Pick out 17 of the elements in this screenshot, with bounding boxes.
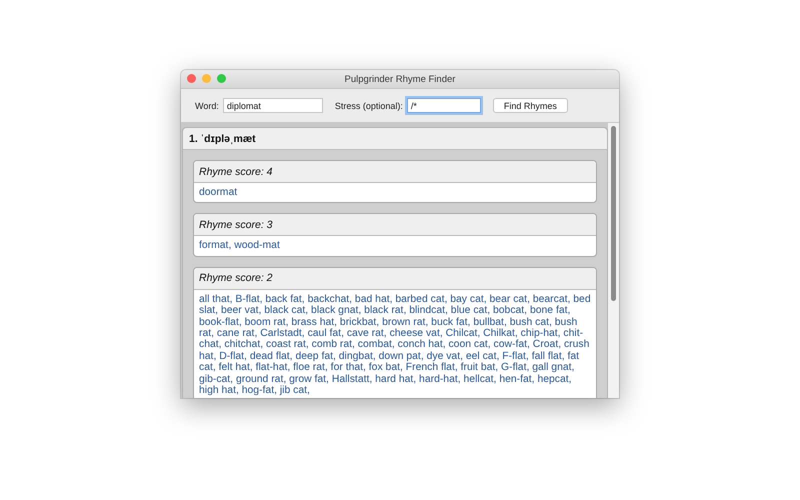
stress-label: Stress (optional):: [334, 100, 403, 110]
minimize-button[interactable]: [202, 74, 211, 83]
stress-field[interactable]: /*: [406, 98, 481, 113]
close-button[interactable]: [187, 74, 196, 83]
find-rhymes-button[interactable]: Find Rhymes: [492, 98, 568, 113]
word-field[interactable]: diplomat: [222, 98, 323, 113]
rhyme-score-title: Rhyme score: 4: [194, 161, 596, 183]
rhyme-list: format, wood-mat: [194, 236, 596, 256]
rhyme-score-title: Rhyme score: 2: [194, 268, 596, 290]
rhyme-list: all that, B-flat, back fat, backchat, bad hat, barbed cat, bay cat, bear cat, bearcat, bed slat, beer vat, black cat, black gnat, black rat, blindcat, blue cat, bobcat, bone fat, book-flat, boom rat, brass hat, brickbat, brown rat, buck fat, bullbat, bush cat, bush rat, cane rat, Carlstadt, caul fat, cave rat, cheese vat, Chilcat, Chilkat, chip-hat, chit-chat, chitchat, coast rat, comb rat, combat, conch hat, coon cat, cow-fat, Croat, crush hat, D-flat, dead flat, deep fat, dingbat, down pat, dye vat, eel cat, F-flat, fall flat, fat cat, felt hat, flat-hat, floe rat, for that, fox bat, French flat, fruit bat, G-flat, gall gnat, gib-cat, ground rat, grow fat, Hallstatt, hard hat, hard-hat, hellcat, hen-fat, hepcat, high hat, hog-fat, jib cat,: [194, 290, 596, 398]
zoom-button[interactable]: [217, 74, 226, 83]
scrollbar[interactable]: [608, 123, 619, 398]
rhyme-list: doormat: [194, 183, 596, 202]
window-title: Pulpgrinder Rhyme Finder: [344, 74, 456, 84]
word-label: Word:: [195, 100, 219, 110]
pronunciation-heading: 1. ˈdɪpləˌmæt: [183, 128, 607, 150]
rhyme-score-title: Rhyme score: 3: [194, 214, 596, 236]
